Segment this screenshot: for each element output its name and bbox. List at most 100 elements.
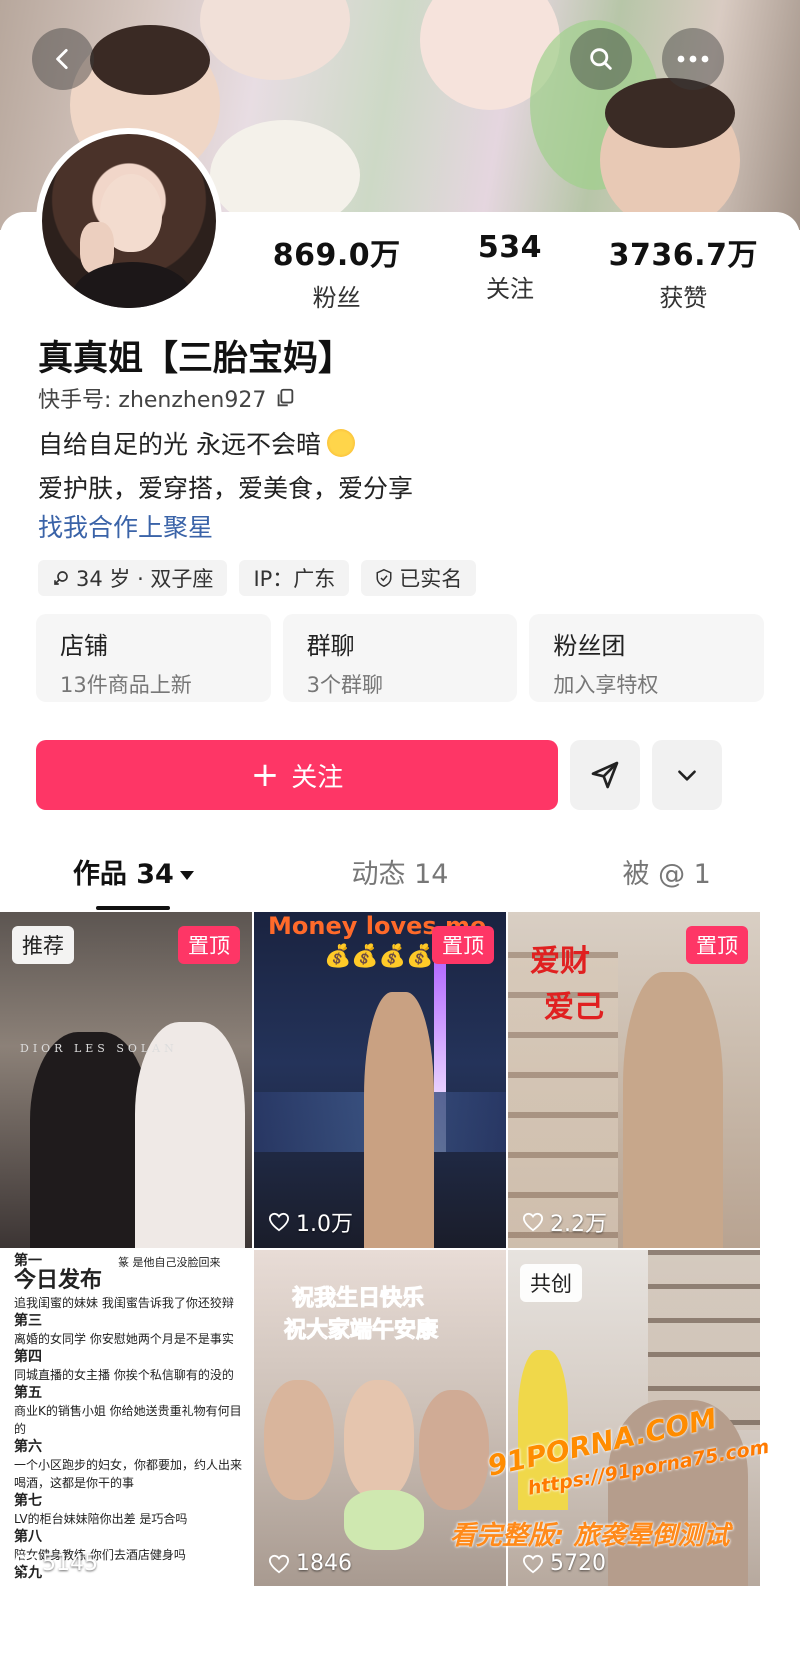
more-dots-icon	[677, 55, 709, 63]
stat-following[interactable]: 534 关注	[423, 230, 596, 313]
thumb-figure	[30, 1032, 150, 1248]
search-button[interactable]	[570, 28, 632, 90]
more-button[interactable]	[662, 28, 724, 90]
list-line: 离婚的女同学 你安慰她两个月是不是事实	[14, 1332, 234, 1346]
video-thumbnail[interactable]: 篆 是他自己没脸回来 第一 今日发布 追我闺蜜的妹妹 我闺蜜告诉我了你还狡辩 第…	[0, 1250, 252, 1586]
thumb-figure	[344, 1380, 414, 1500]
list-line: 第七	[14, 1493, 42, 1509]
stat-followers[interactable]: 869.0万 粉丝	[250, 230, 423, 313]
thumb-overlay-text: 爱财	[530, 944, 590, 979]
tab-label: 作品 34	[72, 859, 174, 890]
sun-emoji-icon	[326, 429, 355, 457]
feature-title: 群聊	[306, 632, 355, 660]
tab-underline	[96, 906, 171, 910]
tab-moments[interactable]: 动态 14	[267, 850, 534, 910]
back-button[interactable]	[32, 28, 94, 90]
like-value: 5145	[42, 1551, 98, 1576]
bio-text: 自给自足的光 永远不会暗	[38, 430, 321, 459]
recommend-badge: 推荐	[12, 926, 74, 964]
tab-works[interactable]: 作品 34	[0, 850, 267, 910]
tab-label: 被 @ 1	[622, 859, 711, 890]
tag-text: IP：广东	[253, 567, 336, 591]
cooperation-link[interactable]: 找我合作上聚星	[38, 508, 213, 544]
feature-shop[interactable]: 店铺 13件商品上新	[36, 614, 271, 702]
like-value: 2.2万	[550, 1212, 607, 1237]
list-line: 追我闺蜜的妹妹 我闺蜜告诉我了你还狡辩	[14, 1296, 234, 1310]
tag-verified: 已实名	[361, 560, 477, 596]
share-button[interactable]	[570, 740, 640, 810]
content-tabs: 作品 34 动态 14 被 @ 1	[0, 850, 800, 910]
heart-icon	[268, 1554, 290, 1573]
stat-value: 534	[477, 230, 543, 265]
feature-group-chat[interactable]: 群聊 3个群聊	[282, 614, 518, 702]
stat-value: 3736.7万	[608, 238, 758, 273]
heart-icon	[14, 1554, 36, 1573]
profile-name: 真真姐【三胎宝妈】	[38, 339, 354, 379]
profile-id-row: 快手号: zhenzhen927	[38, 382, 296, 414]
chevron-down-icon	[678, 770, 696, 781]
thumb-overlay-text-2: 祝大家端午安康	[283, 1318, 439, 1344]
list-line: 第五	[14, 1385, 42, 1401]
like-value: 1846	[296, 1551, 352, 1576]
like-value: 5720	[550, 1551, 606, 1576]
heart-icon	[522, 1554, 544, 1573]
tag-ip: IP：广东	[239, 560, 350, 596]
heart-icon	[268, 1212, 290, 1232]
pinned-badge: 置顶	[432, 926, 494, 964]
thumb-text-list: 篆 是他自己没脸回来 第一 今日发布 追我闺蜜的妹妹 我闺蜜告诉我了你还狡辩 第…	[14, 1252, 244, 1582]
feature-title: 店铺	[60, 632, 108, 660]
cover-photo-hair	[90, 25, 210, 95]
list-line: 同城直播的女主播 你挨个私信聊有的没的	[14, 1368, 234, 1382]
cover-photo-boy-hair	[605, 78, 735, 148]
thumb-text-snippet: 篆 是他自己没脸回来	[118, 1256, 221, 1269]
list-line: 第三	[14, 1313, 42, 1329]
send-icon	[591, 761, 619, 789]
stat-label: 获赞	[659, 284, 708, 312]
feature-fan-club[interactable]: 粉丝团 加入享特权	[529, 614, 765, 702]
tab-label: 动态 14	[351, 859, 449, 890]
like-count: 1.0万	[268, 1206, 353, 1238]
follow-button[interactable]: + 关注	[36, 740, 558, 810]
profile-stats: 869.0万 粉丝 534 关注 3736.7万 获赞	[250, 230, 770, 313]
feature-subtitle: 加入享特权	[553, 673, 659, 697]
chevron-left-icon	[56, 48, 68, 70]
watermark-caption: 看完整版: 旅袭晕倒测试	[450, 1521, 730, 1551]
like-count: 2.2万	[522, 1206, 607, 1238]
tag-text: 34 岁 · 双子座	[76, 567, 214, 591]
thumb-overlay-text: DIOR LES SOLAN	[20, 1042, 178, 1055]
cover-photo-face	[200, 0, 350, 80]
feature-subtitle: 3个群聊	[306, 673, 384, 697]
tag-text: 已实名	[399, 567, 463, 591]
bio-line-2: 爱护肤，爱穿搭，爱美食，爱分享	[38, 474, 414, 503]
list-line: 商业K的销售小姐 你给她送贵重礼物有何目的	[14, 1404, 242, 1436]
bio-line-1: 自给自足的光 永远不会暗	[38, 425, 355, 461]
list-line: 第六	[14, 1439, 42, 1455]
video-thumbnail[interactable]: DIOR LES SOLAN 推荐 置顶	[0, 912, 252, 1248]
thumb-cake	[344, 1490, 424, 1550]
gender-female-icon	[54, 571, 68, 585]
like-value: 1.0万	[296, 1212, 353, 1237]
video-thumbnail[interactable]: Money loves me 💰💰💰💰 置顶 1.0万	[254, 912, 506, 1248]
list-line: 第四	[14, 1349, 42, 1365]
thumb-overlay-text: 祝我生日快乐	[291, 1286, 425, 1312]
plus-icon: +	[250, 755, 280, 795]
thumb-figure	[264, 1380, 334, 1500]
stat-likes[interactable]: 3736.7万 获赞	[597, 230, 770, 313]
co-create-badge: 共创	[520, 1264, 582, 1302]
follow-label: 关注	[291, 762, 344, 793]
pinned-badge: 置顶	[686, 926, 748, 964]
avatar[interactable]	[36, 128, 222, 314]
stat-label: 粉丝	[312, 284, 361, 312]
video-thumbnail[interactable]: 爱财 爱己 置顶 2.2万	[508, 912, 760, 1248]
list-line: 一个小区跑步的妇女，你都要加，约人出来喝酒，这都是你干的事	[14, 1458, 243, 1490]
thumb-figure	[364, 992, 434, 1248]
more-options-button[interactable]	[652, 740, 722, 810]
search-icon	[590, 48, 612, 70]
video-grid: DIOR LES SOLAN 推荐 置顶 Money loves me 💰💰💰💰…	[0, 912, 800, 1586]
stat-value: 869.0万	[272, 238, 401, 273]
thumb-overlay-text-2: 爱己	[544, 990, 604, 1025]
tag-age: 34 岁 · 双子座	[38, 560, 228, 596]
tab-mentions[interactable]: 被 @ 1	[533, 850, 800, 910]
copy-icon[interactable]	[274, 387, 296, 409]
list-line: 第八	[14, 1529, 42, 1545]
